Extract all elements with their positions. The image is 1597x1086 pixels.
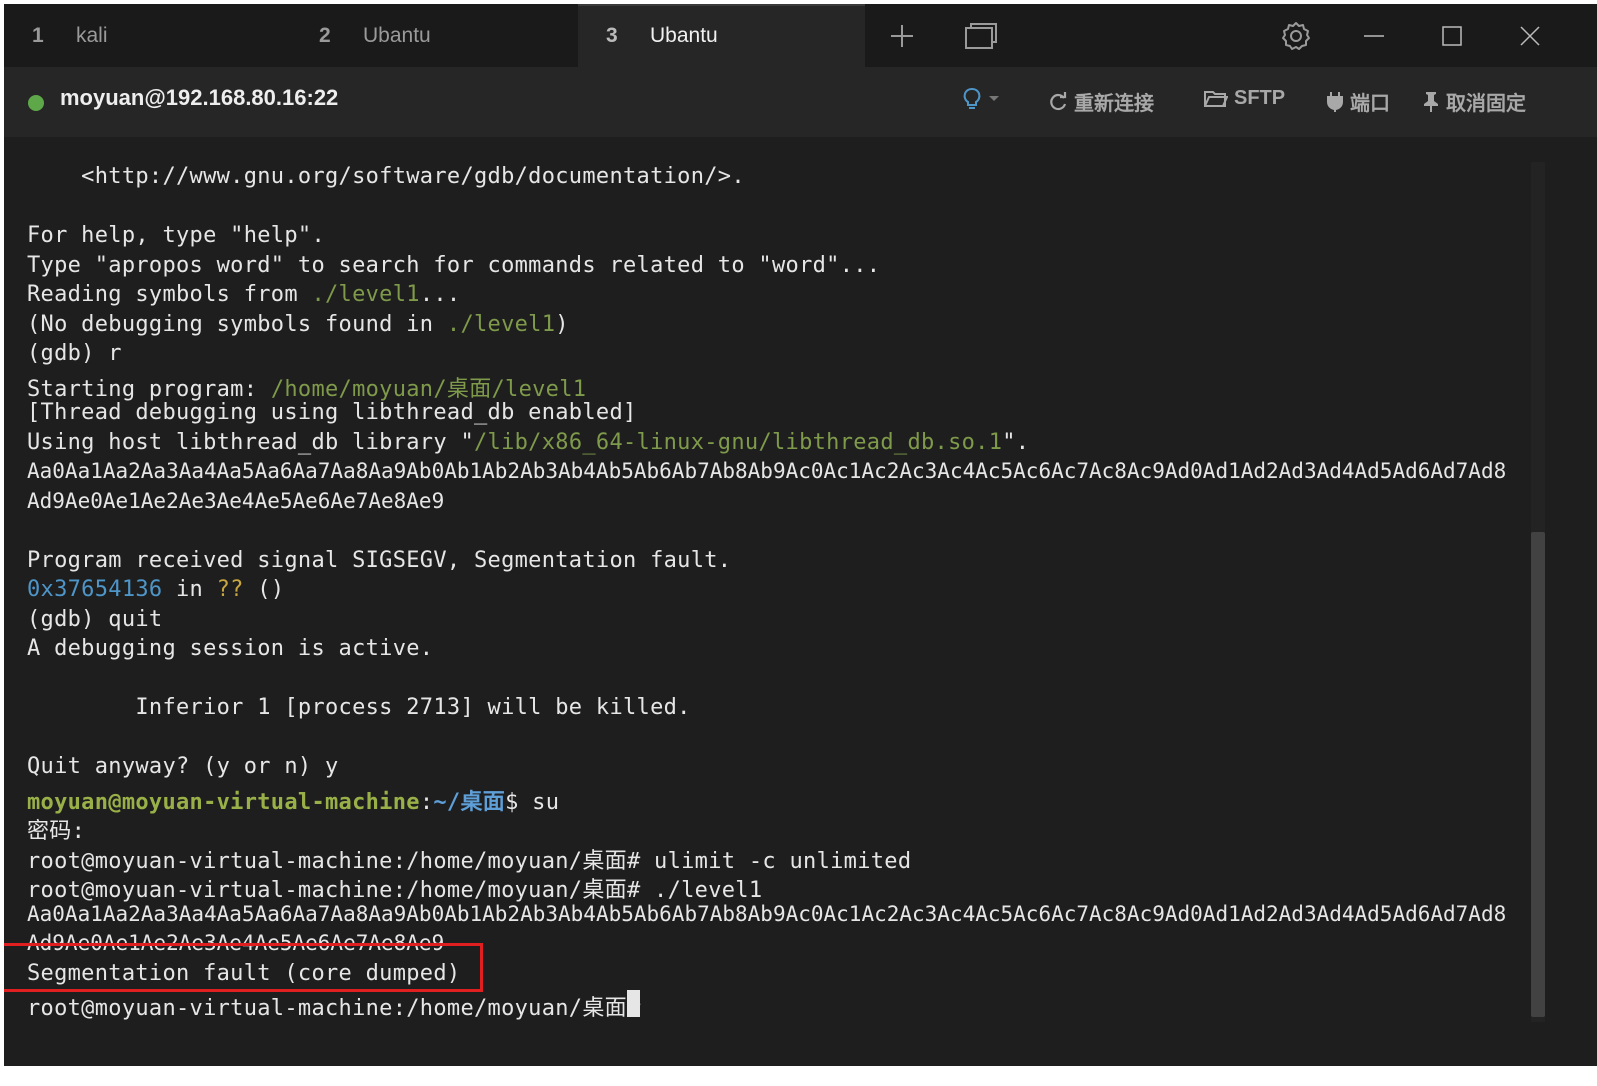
unpin-button[interactable]: 取消固定 (1422, 87, 1526, 116)
terminal-line: Type "apropos word" to search for comman… (27, 253, 881, 278)
add-tab-icon[interactable] (884, 18, 920, 54)
tab-bar: 1 kali 2 Ubantu 3 Ubantu (4, 4, 1597, 67)
terminal-line: Aa0Aa1Aa2Aa3Aa4Aa5Aa6Aa7Aa8Aa9Ab0Ab1Ab2A… (27, 902, 1507, 926)
text-cursor (627, 990, 640, 1017)
terminal-line: 0x37654136 in ?? () (27, 577, 284, 607)
tab-label: Ubantu (650, 23, 718, 47)
terminal-line: 密码: (27, 819, 86, 844)
tab-label: kali (76, 23, 108, 47)
terminal-line: Starting program: /home/moyuan/桌面/level1 (27, 371, 587, 402)
text-segment: ". (1002, 430, 1030, 455)
terminal-line: root@moyuan-virtual-machine:/home/moyuan… (27, 878, 763, 903)
terminal-line: moyuan@moyuan-virtual-machine:~/桌面$ su (27, 784, 560, 815)
lightbulb-icon (962, 87, 982, 111)
reconnect-label: 重新连接 (1074, 91, 1154, 115)
tab-label: Ubantu (363, 23, 431, 47)
address: 0x37654136 (27, 577, 163, 602)
terminal-line: Ad9Ae0Ae1Ae2Ae3Ae4Ae5Ae6Ae7Ae8Ae9 (27, 489, 445, 513)
terminal-line: (No debugging symbols found in ./level1) (27, 312, 569, 342)
plug-icon (1326, 91, 1344, 113)
text-segment: Using host libthread_db library " (27, 430, 474, 455)
tab-number: 3 (606, 23, 618, 47)
text-segment: Reading symbols from (27, 282, 312, 307)
connection-status-icon (28, 95, 44, 111)
terminal-line: A debugging session is active. (27, 636, 434, 661)
pin-icon (1422, 91, 1440, 113)
tips-button[interactable] (962, 87, 1000, 111)
terminal-line: <http://www.gnu.org/software/gdb/documen… (27, 164, 745, 189)
maximize-icon[interactable] (1434, 18, 1470, 54)
tab-kali[interactable]: 1 kali (4, 4, 291, 67)
sftp-label: SFTP (1234, 87, 1286, 109)
text-segment: (No debugging symbols found in (27, 312, 447, 337)
session-host: moyuan@192.168.80.16:22 (60, 85, 339, 110)
minimize-icon[interactable] (1356, 18, 1392, 54)
text-segment: () (243, 577, 285, 602)
text-segment: ) (555, 312, 569, 337)
terminal-line: Inferior 1 [process 2713] will be killed… (27, 695, 691, 720)
file-path: ./level1 (311, 282, 420, 307)
port-button[interactable]: 端口 (1326, 87, 1390, 116)
sftp-button[interactable]: SFTP (1204, 87, 1285, 110)
refresh-icon (1048, 91, 1068, 112)
terminal-window: 1 kali 2 Ubantu 3 Ubantu moyuan@192.168.… (4, 4, 1597, 1066)
session-header: moyuan@192.168.80.16:22 重新连接 SFTP 端口 取消固… (4, 67, 1597, 137)
tab-number: 1 (32, 23, 44, 47)
command: $ su (505, 790, 560, 815)
close-icon[interactable] (1512, 18, 1548, 54)
tab-ubantu-1[interactable]: 2 Ubantu (291, 4, 578, 67)
gear-icon[interactable] (1278, 18, 1314, 54)
scrollbar-thumb[interactable] (1531, 532, 1545, 1017)
terminal-output[interactable]: <http://www.gnu.org/software/gdb/documen… (4, 137, 1597, 1066)
terminal-line: For help, type "help". (27, 223, 325, 248)
text-segment: in (162, 577, 217, 602)
terminal-line: [Thread debugging using libthread_db ena… (27, 400, 637, 425)
terminal-line: Program received signal SIGSEGV, Segment… (27, 548, 732, 573)
port-label: 端口 (1350, 91, 1390, 115)
prompt-user: moyuan@moyuan-virtual-machine (27, 790, 420, 815)
tab-ubantu-2[interactable]: 3 Ubantu (578, 4, 865, 67)
function-name: ?? (216, 577, 244, 602)
file-path: ./level1 (446, 312, 556, 337)
folder-icon (1204, 89, 1228, 109)
file-path: /lib/x86_64-linux-gnu/libthread_db.so.1 (474, 430, 1003, 455)
tab-overview-icon[interactable] (962, 18, 998, 54)
tab-number: 2 (319, 23, 331, 47)
terminal-line: root@moyuan-virtual-machine:/home/moyuan… (27, 849, 912, 874)
terminal-line: (gdb) r (27, 341, 122, 366)
chevron-down-icon (988, 95, 1000, 103)
terminal-line: Quit anyway? (y or n) y (27, 754, 339, 779)
terminal-line: (gdb) quit (27, 607, 163, 632)
terminal-prompt-line: root@moyuan-virtual-machine:/home/moyuan… (27, 996, 655, 1021)
terminal-line: Aa0Aa1Aa2Aa3Aa4Aa5Aa6Aa7Aa8Aa9Ab0Ab1Ab2A… (27, 459, 1507, 483)
reconnect-button[interactable]: 重新连接 (1048, 87, 1154, 116)
text-segment: : (419, 790, 434, 815)
text-segment: Starting program: (27, 377, 271, 402)
file-path: /home/moyuan/桌面/level1 (270, 377, 587, 402)
terminal-line: Reading symbols from ./level1... (27, 282, 460, 312)
text-segment: ... (419, 282, 461, 307)
highlight-box (4, 943, 483, 992)
unpin-label: 取消固定 (1446, 91, 1526, 115)
prompt-path: ~/桌面 (433, 790, 506, 815)
terminal-line: Using host libthread_db library "/lib/x8… (27, 430, 1029, 460)
